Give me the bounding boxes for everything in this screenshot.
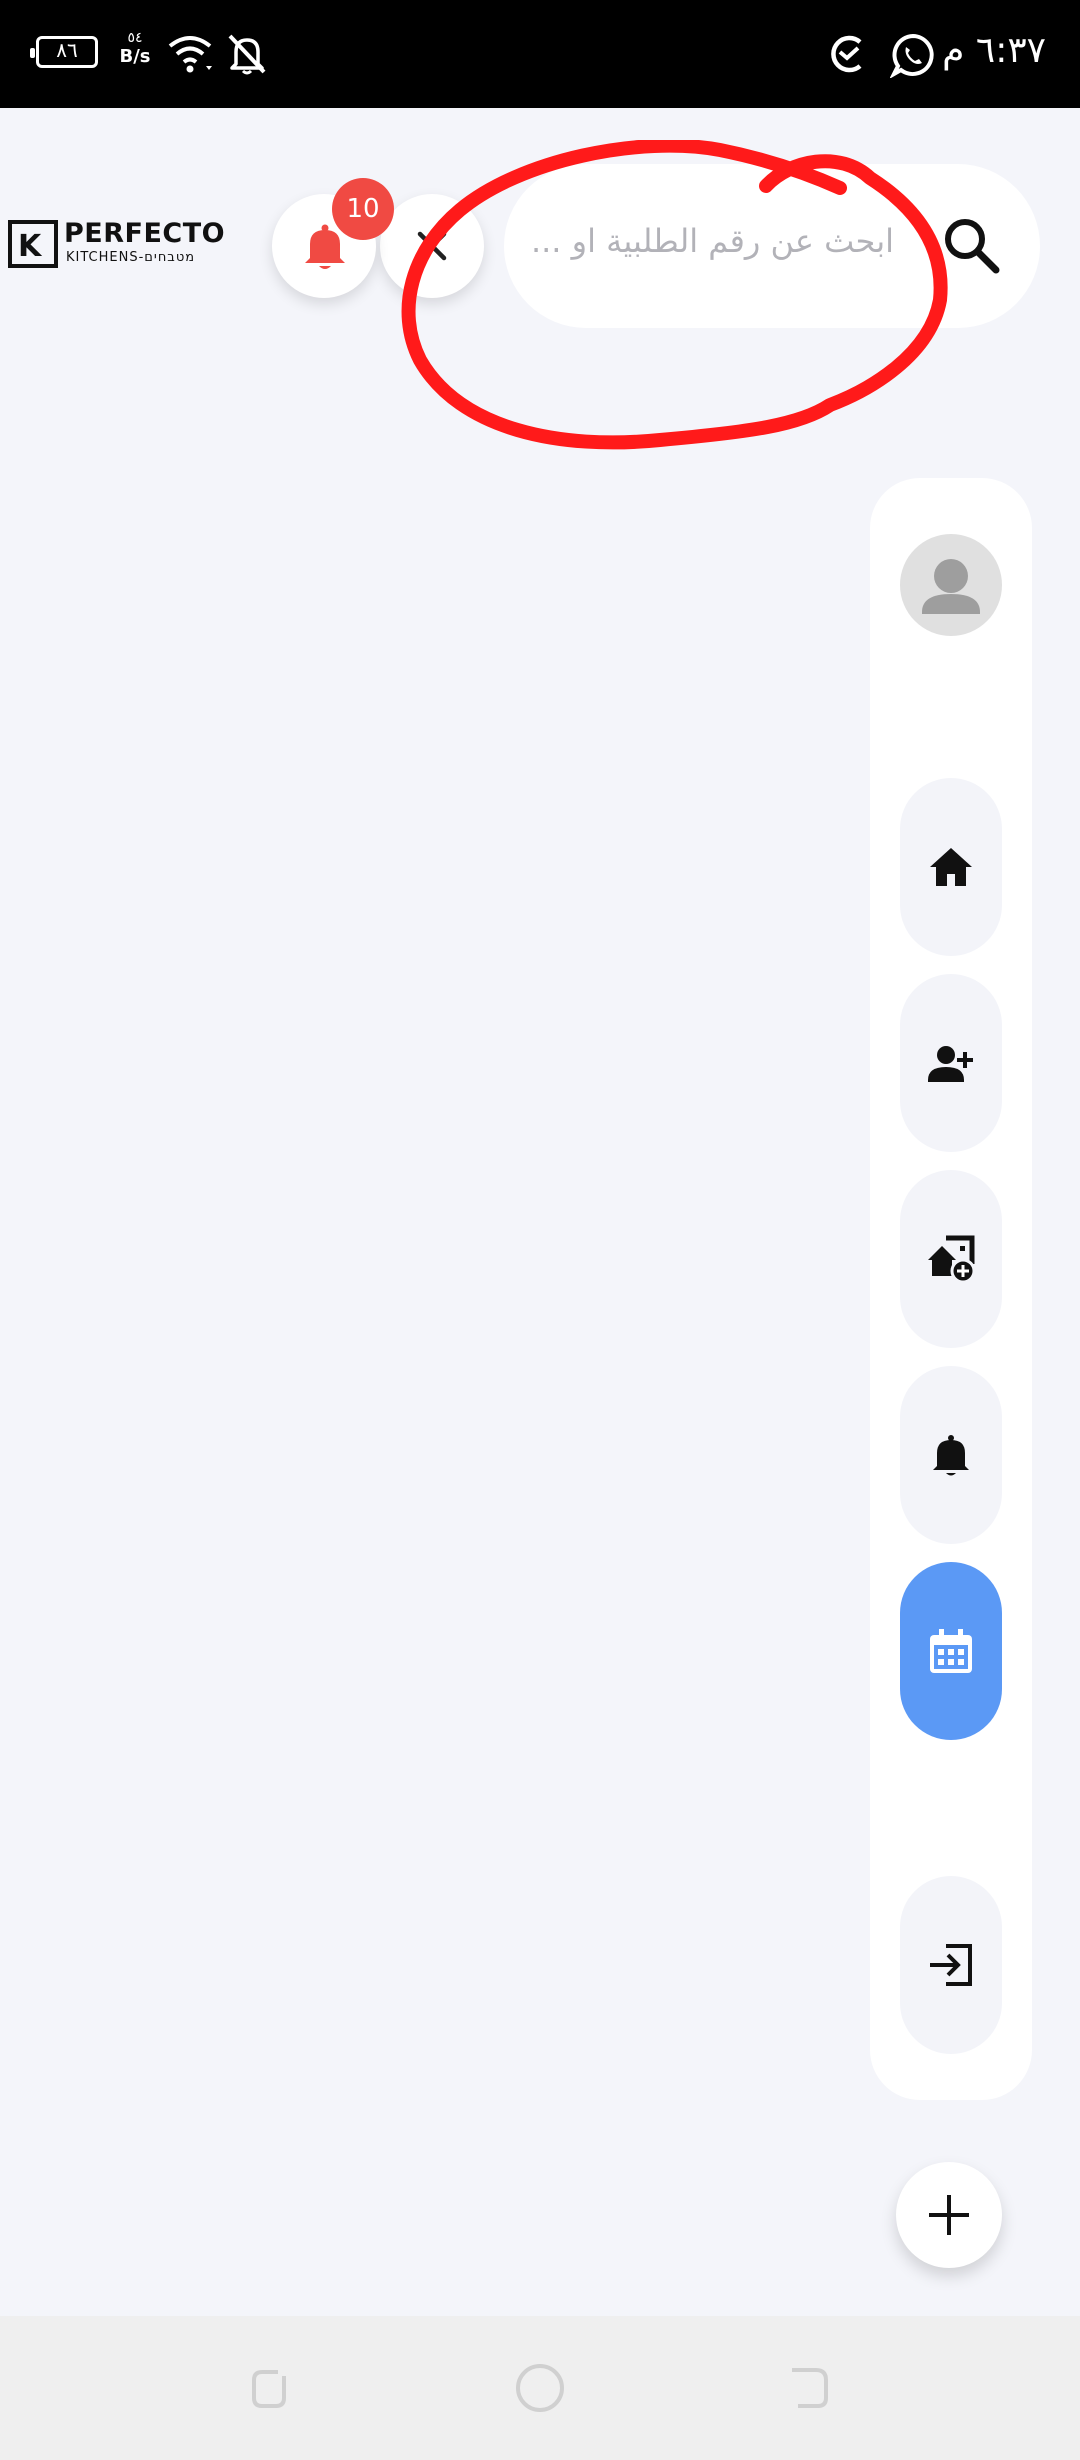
logo-mark-box: K	[8, 220, 58, 268]
network-speed: ٥٤ B/s	[118, 30, 152, 68]
battery-icon: ٨٦	[30, 36, 98, 68]
notifications-off-icon	[228, 34, 266, 75]
system-navigation-bar	[0, 2316, 1080, 2460]
battery-level: ٨٦	[56, 38, 78, 62]
search-field[interactable]: ابحث عن رقم الطلبية او ...	[504, 164, 1040, 328]
close-icon	[417, 231, 447, 261]
calendar-icon	[930, 1629, 972, 1673]
nav-add-project-button[interactable]	[900, 1170, 1002, 1348]
nav-add-customer-button[interactable]	[900, 974, 1002, 1152]
data-saver-icon	[831, 35, 862, 73]
add-button[interactable]	[896, 2162, 1002, 2268]
person-add-icon	[928, 1046, 973, 1082]
logo-subtitle: KITCHENS-מטבחים	[66, 250, 196, 265]
status-bar: ٨٦ ٥٤ B/s ٦:٣٧ م	[0, 0, 1080, 108]
network-speed-value: ٥٤	[127, 30, 143, 46]
nav-home-button[interactable]	[900, 778, 1002, 956]
wifi-icon	[168, 36, 212, 73]
home-nav-icon[interactable]	[514, 2362, 566, 2414]
network-speed-unit: B/s	[119, 46, 151, 67]
logout-icon	[930, 1944, 972, 1986]
side-navigation	[870, 478, 1032, 2100]
plus-icon	[929, 2195, 969, 2235]
add-home-icon	[928, 1235, 976, 1284]
search-icon[interactable]	[940, 214, 1002, 276]
avatar[interactable]	[900, 534, 1002, 636]
brand-logo: K PERFECTO KITCHENS-מטבחים	[8, 218, 225, 270]
search-placeholder: ابحث عن رقم الطلبية او ...	[530, 222, 894, 260]
back-icon[interactable]	[784, 2362, 834, 2412]
logo-title: PERFECTO	[64, 218, 226, 249]
bell-icon	[933, 1435, 969, 1476]
nav-logout-button[interactable]	[900, 1876, 1002, 2054]
nav-notifications-button[interactable]	[900, 1366, 1002, 1544]
status-time: ٦:٣٧ م	[942, 30, 1046, 71]
nav-calendar-button[interactable]	[900, 1562, 1002, 1740]
whatsapp-icon	[890, 33, 934, 78]
home-icon	[930, 848, 972, 886]
logo-mark: K	[18, 229, 42, 264]
notification-count-badge: 10	[332, 178, 394, 240]
clear-search-button[interactable]	[380, 194, 484, 298]
recents-icon[interactable]	[244, 2362, 294, 2412]
user-avatar-icon	[922, 559, 980, 614]
